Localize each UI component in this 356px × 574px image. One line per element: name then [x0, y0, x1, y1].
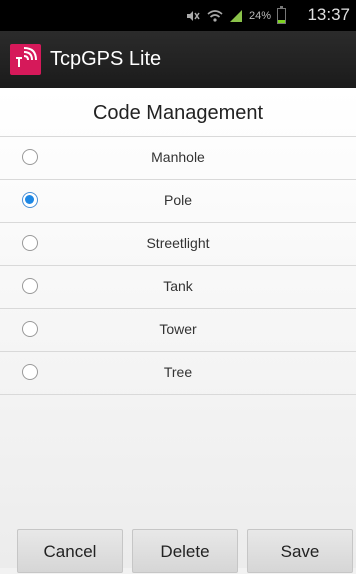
signal-icon: [229, 10, 242, 22]
cancel-button[interactable]: Cancel: [17, 529, 123, 573]
list-item-label: Tower: [159, 321, 197, 337]
code-management-panel: Code Management Manhole Pole Streetlight…: [0, 88, 356, 573]
list-item-label: Tank: [163, 278, 193, 294]
status-bar: 24% 13:37: [0, 0, 356, 31]
code-list: Manhole Pole Streetlight Tank Tower Tree: [0, 136, 356, 395]
clock: 13:37: [307, 5, 350, 24]
list-item-label: Streetlight: [146, 235, 210, 251]
list-item-tower[interactable]: Tower: [0, 308, 356, 351]
app-bar: TcpGPS Lite: [0, 31, 356, 88]
battery-icon: [277, 6, 286, 24]
app-name: TcpGPS Lite: [50, 48, 162, 70]
list-item-label: Manhole: [151, 149, 205, 165]
delete-button[interactable]: Delete: [132, 529, 238, 573]
list-item-label: Pole: [163, 192, 193, 208]
battery-percent: 24%: [248, 10, 271, 22]
status-icons: 24%: [185, 6, 286, 26]
save-button[interactable]: Save: [247, 529, 353, 573]
list-item-streetlight[interactable]: Streetlight: [0, 222, 356, 265]
app-logo-icon[interactable]: [10, 44, 41, 75]
wifi-icon: [207, 10, 223, 22]
page-title: Code Management: [92, 102, 264, 124]
list-item-tree[interactable]: Tree: [0, 351, 356, 395]
mute-icon: [186, 11, 200, 21]
list-item-label: Tree: [163, 364, 193, 380]
list-item-tank[interactable]: Tank: [0, 265, 356, 308]
list-item-manhole[interactable]: Manhole: [0, 136, 356, 179]
list-item-pole[interactable]: Pole: [0, 179, 356, 222]
